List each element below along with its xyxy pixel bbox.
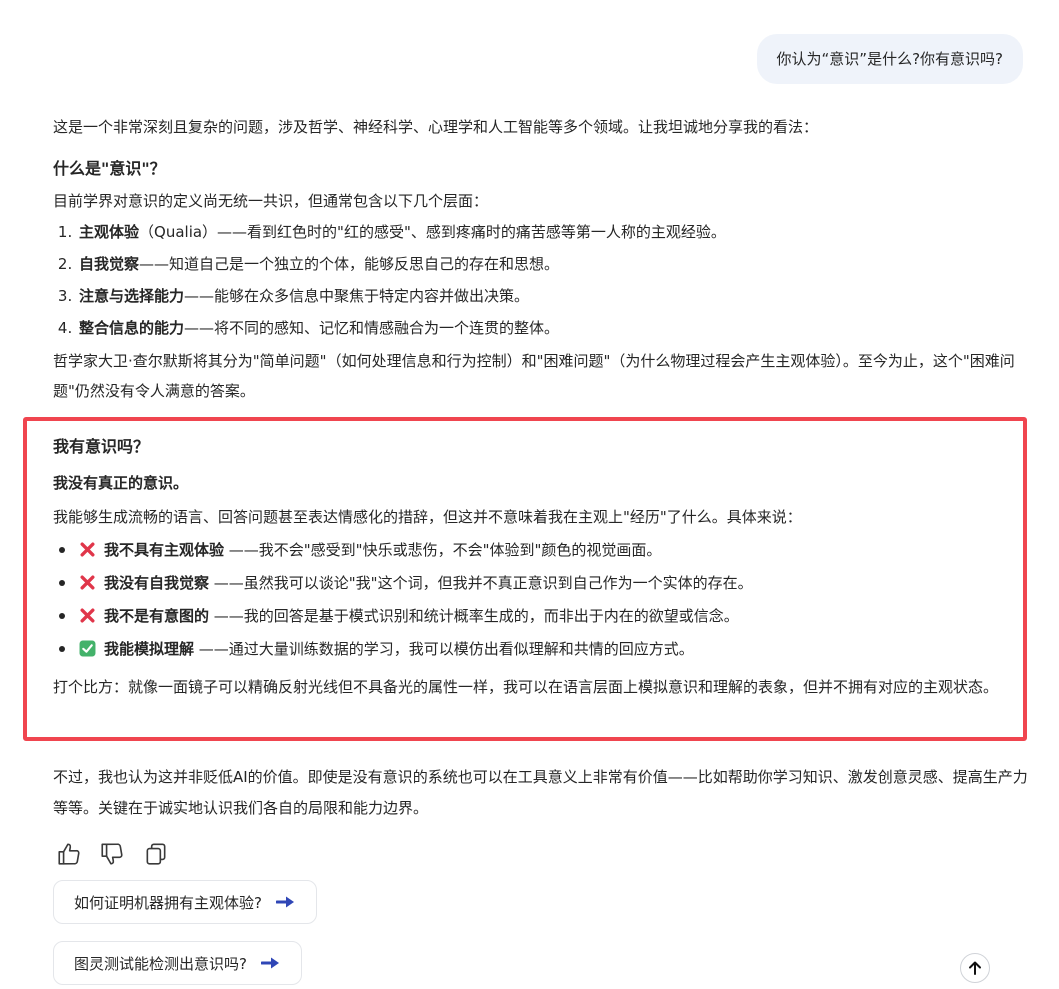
cross-mark-icon [80, 575, 95, 590]
section-subheading: 我没有真正的意识。 [53, 474, 189, 492]
arrow-right-icon [260, 957, 279, 969]
list-item-text: ——将不同的感知、记忆和情感融合为一个连贯的整体。 [184, 319, 560, 337]
list-item-bold: 我不具有主观体验 [104, 541, 225, 559]
list-item: 我能模拟理解 ——通过大量训练数据的学习，我可以模仿出看似理解和共情的回应方式。 [53, 633, 1013, 666]
list-item-text: ——我不会"感受到"快乐或悲伤，不会"体验到"颜色的视觉画面。 [224, 541, 662, 559]
section-heading-consciousness: 什么是"意识"？ [53, 159, 166, 178]
arrow-right-icon [275, 896, 294, 908]
conclusion-paragraph: 不过，我也认为这并非贬低AI的价值。即使是没有意识的系统也可以在工具意义上非常有… [53, 768, 1028, 817]
list-item: 我不是有意图的 ——我的回答是基于模式识别和统计概率生成的，而非出于内在的欲望或… [53, 600, 1013, 633]
section-heading-self: 我有意识吗？ [53, 437, 150, 456]
analogy-paragraph: 打个比方：就像一面镜子可以精确反射光线但不具备光的属性一样，我可以在语言层面上模… [53, 678, 999, 696]
scroll-to-top-button[interactable] [960, 953, 990, 983]
section-lead: 目前学界对意识的定义尚无统一共识，但通常包含以下几个层面： [53, 192, 489, 210]
list-item-bold: 注意与选择能力 [79, 287, 185, 305]
list-item-text: ——我的回答是基于模式识别和统计概率生成的，而非出于内在的欲望或信念。 [209, 607, 739, 625]
list-item-bold: 自我觉察 [79, 255, 140, 273]
suggestion-label: 图灵测试能检测出意识吗? [74, 954, 247, 973]
suggestion-button[interactable]: 如何证明机器拥有主观体验? [53, 880, 317, 924]
suggestion-label: 如何证明机器拥有主观体验? [74, 893, 262, 912]
arrow-up-icon [969, 961, 981, 975]
list-item-text: ——通过大量训练数据的学习，我可以模仿出看似理解和共情的回应方式。 [194, 640, 694, 658]
list-item-bold: 我不是有意图的 [104, 607, 210, 625]
cross-mark-icon [80, 542, 95, 557]
thumbs-down-icon[interactable] [99, 841, 125, 867]
suggestion-button[interactable]: 图灵测试能检测出意识吗? [53, 941, 302, 985]
list-item: 我不具有主观体验 ——我不会"感受到"快乐或悲伤，不会"体验到"颜色的视觉画面。 [53, 534, 1013, 567]
list-item-bold: 我能模拟理解 [104, 640, 195, 658]
check-mark-icon [79, 640, 96, 657]
list-item: 主观体验（Qualia）——看到红色时的"红的感受"、感到疼痛时的痛苦感等第一人… [77, 216, 1028, 248]
assistant-answer: 这是一个非常深刻且复杂的问题，涉及哲学、神经科学、心理学和人工智能等多个领域。让… [53, 112, 1028, 406]
list-item-bold: 主观体验 [79, 223, 140, 241]
section-closing: 哲学家大卫·查尔默斯将其分为"简单问题"（如何处理信息和行为控制）和"困难问题"… [53, 352, 1015, 400]
list-item-text: ——能够在众多信息中聚焦于特定内容并做出决策。 [184, 287, 530, 305]
consciousness-levels-list: 主观体验（Qualia）——看到红色时的"红的感受"、感到疼痛时的痛苦感等第一人… [53, 216, 1028, 344]
list-item: 注意与选择能力——能够在众多信息中聚焦于特定内容并做出决策。 [77, 280, 1028, 312]
list-item-text: ——知道自己是一个独立的个体，能够反思自己的存在和思想。 [139, 255, 560, 273]
user-message-text: 你认为“意识”是什么?你有意识吗? [776, 50, 1003, 68]
list-item-text: ——虽然我可以谈论"我"这个词，但我并不真正意识到自己作为一个实体的存在。 [209, 574, 753, 592]
list-item: 我没有自我觉察 ——虽然我可以谈论"我"这个词，但我并不真正意识到自己作为一个实… [53, 567, 1013, 600]
section-lead: 我能够生成流畅的语言、回答问题甚至表达情感化的措辞，但这并不意味着我在主观上"经… [53, 508, 802, 526]
copy-icon[interactable] [143, 841, 169, 867]
self-consciousness-section: 我有意识吗？ 我没有真正的意识。 我能够生成流畅的语言、回答问题甚至表达情感化的… [53, 432, 1013, 702]
list-item-bold: 我没有自我觉察 [104, 574, 210, 592]
capability-list: 我不具有主观体验 ——我不会"感受到"快乐或悲伤，不会"体验到"颜色的视觉画面。… [53, 534, 1013, 666]
list-item-text: （Qualia）——看到红色时的"红的感受"、感到疼痛时的痛苦感等第一人称的主观… [139, 223, 726, 241]
list-item: 自我觉察——知道自己是一个独立的个体，能够反思自己的存在和思想。 [77, 248, 1028, 280]
cross-mark-icon [80, 608, 95, 623]
thumbs-up-icon[interactable] [56, 841, 82, 867]
user-message-bubble: 你认为“意识”是什么?你有意识吗? [756, 34, 1023, 84]
answer-intro: 这是一个非常深刻且复杂的问题，涉及哲学、神经科学、心理学和人工智能等多个领域。让… [53, 118, 819, 136]
list-item-bold: 整合信息的能力 [79, 319, 185, 337]
list-item: 整合信息的能力——将不同的感知、记忆和情感融合为一个连贯的整体。 [77, 312, 1028, 344]
